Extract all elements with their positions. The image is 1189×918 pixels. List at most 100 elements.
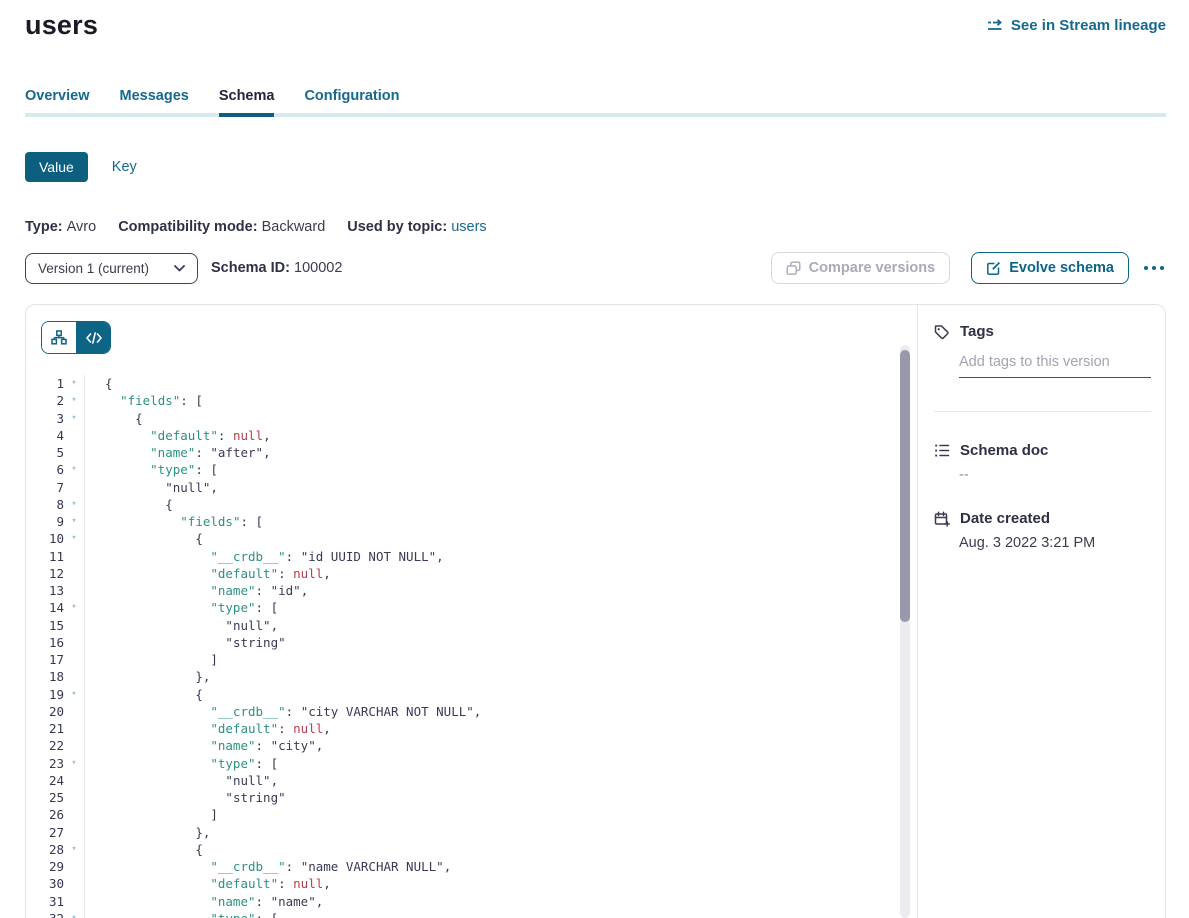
code-text: "string" <box>84 634 917 651</box>
line-number: 30 <box>26 875 64 892</box>
version-select[interactable]: Version 1 (current) <box>25 253 198 284</box>
tree-view-toggle[interactable] <box>42 322 76 353</box>
code-line: 31 "name": "name", <box>26 893 917 910</box>
fold-gutter <box>64 565 84 582</box>
tab-bar: Overview Messages Schema Configuration <box>25 88 1166 117</box>
code-text: { <box>84 375 917 392</box>
code-line: 5 "name": "after", <box>26 444 917 461</box>
line-number: 6 <box>26 461 64 478</box>
code-text: ] <box>84 651 917 668</box>
fold-gutter <box>64 651 84 668</box>
value-key-toggle: Value Key <box>25 152 1166 182</box>
fold-gutter <box>64 548 84 565</box>
line-number: 32 <box>26 910 64 918</box>
tags-input[interactable] <box>959 354 1151 378</box>
code-text: "default": null, <box>84 565 917 582</box>
version-select-value: Version 1 (current) <box>38 261 149 276</box>
schema-code-viewer[interactable]: 1▾{2▾ "fields": [3▾ {4 "default": null,5… <box>26 375 917 918</box>
editor-scrollbar-thumb[interactable] <box>900 350 910 622</box>
line-number: 12 <box>26 565 64 582</box>
tags-section-header: Tags <box>934 323 1151 340</box>
schema-doc-section-title: Schema doc <box>960 442 1048 459</box>
code-line: 10▾ { <box>26 530 917 547</box>
code-line: 4 "default": null, <box>26 427 917 444</box>
code-text: "fields": [ <box>84 392 917 409</box>
code-text: { <box>84 496 917 513</box>
code-line: 24 "null", <box>26 772 917 789</box>
fold-triangle-icon[interactable]: ▾ <box>64 375 84 392</box>
line-number: 14 <box>26 599 64 616</box>
tag-icon <box>934 324 950 340</box>
line-number: 2 <box>26 392 64 409</box>
code-line: 7 "null", <box>26 479 917 496</box>
date-created-section-header: Date created <box>934 510 1151 527</box>
evolve-schema-button[interactable]: Evolve schema <box>971 252 1129 284</box>
fold-gutter <box>64 703 84 720</box>
code-line: 23▾ "type": [ <box>26 755 917 772</box>
code-view-toggle[interactable] <box>76 322 110 353</box>
fold-triangle-icon[interactable]: ▾ <box>64 496 84 513</box>
code-line: 13 "name": "id", <box>26 582 917 599</box>
fold-triangle-icon[interactable]: ▾ <box>64 686 84 703</box>
edit-icon <box>986 261 1001 276</box>
schema-editor-pane: 1▾{2▾ "fields": [3▾ {4 "default": null,5… <box>26 305 917 918</box>
date-created-section-title: Date created <box>960 510 1050 527</box>
fold-triangle-icon[interactable]: ▾ <box>64 410 84 427</box>
page-header: users See in Stream lineage <box>25 0 1166 41</box>
chevron-down-icon <box>174 265 185 272</box>
key-toggle-link[interactable]: Key <box>112 159 137 175</box>
fold-triangle-icon[interactable]: ▾ <box>64 910 84 918</box>
code-text: "type": [ <box>84 461 917 478</box>
schema-card: 1▾{2▾ "fields": [3▾ {4 "default": null,5… <box>25 304 1166 918</box>
ellipsis-icon <box>1144 266 1148 270</box>
fold-triangle-icon[interactable]: ▾ <box>64 841 84 858</box>
value-toggle-button[interactable]: Value <box>25 152 88 182</box>
code-text: "type": [ <box>84 755 917 772</box>
line-number: 23 <box>26 755 64 772</box>
fold-gutter <box>64 668 84 685</box>
tab-schema[interactable]: Schema <box>219 88 275 117</box>
tree-view-icon <box>51 330 67 345</box>
topic-link[interactable]: users <box>451 219 486 235</box>
fold-gutter <box>64 720 84 737</box>
compare-versions-button[interactable]: Compare versions <box>771 252 951 284</box>
fold-gutter <box>64 806 84 823</box>
code-text: "name": "name", <box>84 893 917 910</box>
fold-gutter <box>64 875 84 892</box>
code-line: 12 "default": null, <box>26 565 917 582</box>
line-number: 3 <box>26 410 64 427</box>
code-text: ] <box>84 806 917 823</box>
code-line: 25 "string" <box>26 789 917 806</box>
fold-gutter <box>64 617 84 634</box>
tab-configuration[interactable]: Configuration <box>304 88 399 117</box>
code-text: "string" <box>84 789 917 806</box>
code-line: 16 "string" <box>26 634 917 651</box>
tab-messages[interactable]: Messages <box>120 88 189 117</box>
fold-triangle-icon[interactable]: ▾ <box>64 755 84 772</box>
fold-triangle-icon[interactable]: ▾ <box>64 513 84 530</box>
fold-triangle-icon[interactable]: ▾ <box>64 461 84 478</box>
fold-triangle-icon[interactable]: ▾ <box>64 599 84 616</box>
meta-label: Type: <box>25 219 67 235</box>
tab-overview[interactable]: Overview <box>25 88 90 117</box>
line-number: 26 <box>26 806 64 823</box>
fold-gutter <box>64 444 84 461</box>
code-line: 28▾ { <box>26 841 917 858</box>
fold-triangle-icon[interactable]: ▾ <box>64 530 84 547</box>
fold-gutter <box>64 737 84 754</box>
list-icon <box>934 443 950 458</box>
more-options-button[interactable] <box>1142 260 1166 276</box>
code-text: { <box>84 530 917 547</box>
code-line: 18 }, <box>26 668 917 685</box>
code-line: 3▾ { <box>26 410 917 427</box>
code-line: 21 "default": null, <box>26 720 917 737</box>
code-text: }, <box>84 668 917 685</box>
stream-lineage-label: See in Stream lineage <box>1011 17 1166 34</box>
fold-triangle-icon[interactable]: ▾ <box>64 392 84 409</box>
line-number: 7 <box>26 479 64 496</box>
meta-value: Avro <box>67 219 97 235</box>
stream-lineage-link[interactable]: See in Stream lineage <box>987 17 1166 34</box>
line-number: 15 <box>26 617 64 634</box>
schema-id-label: Schema ID: <box>211 260 290 276</box>
editor-scrollbar-track[interactable] <box>900 345 910 918</box>
